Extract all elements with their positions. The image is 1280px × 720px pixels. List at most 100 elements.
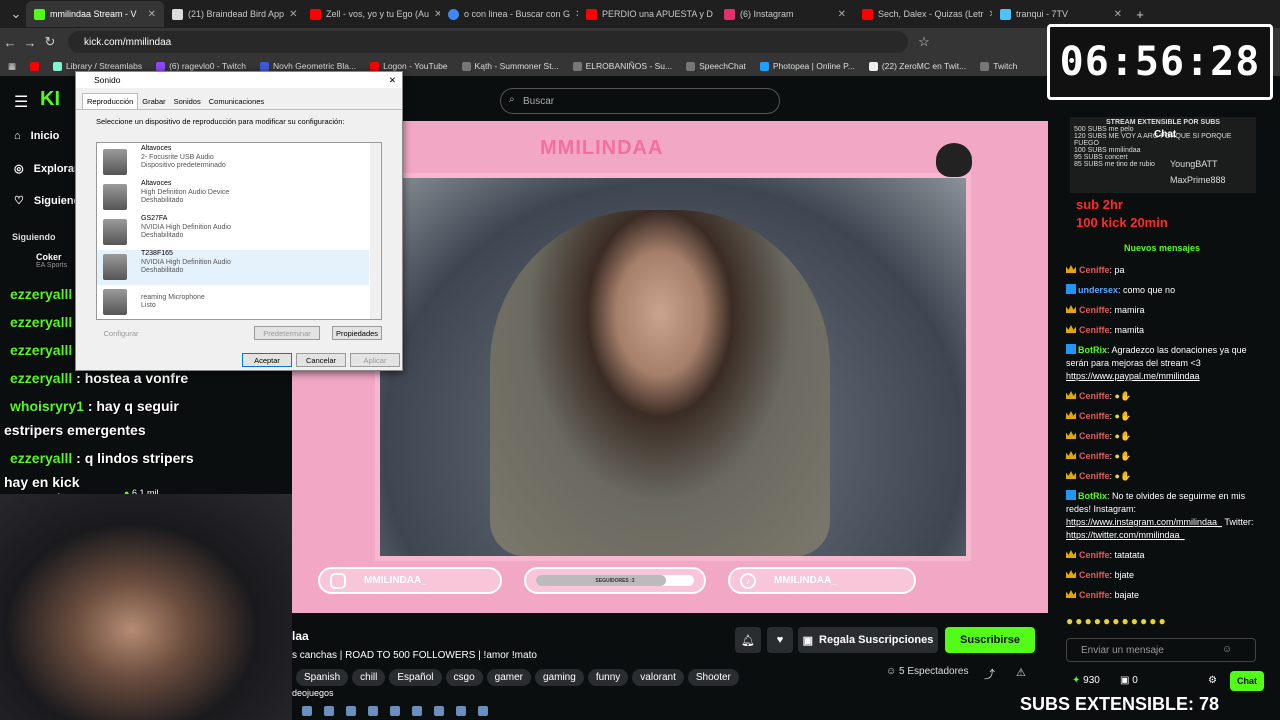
tab-grabar[interactable]: Grabar: [138, 94, 169, 109]
settings-icon[interactable]: ⚙: [1208, 675, 1217, 686]
apply-button[interactable]: Aplicar: [350, 353, 400, 367]
chat-user[interactable]: MaxPrime888: [1170, 175, 1226, 185]
chat-link[interactable]: https://twitter.com/mmilindaa_: [1066, 530, 1185, 540]
emote-bar[interactable]: ●●●●●●●●●●●: [1066, 614, 1168, 628]
menu-icon[interactable]: ☰: [14, 92, 28, 112]
nav-explorar[interactable]: ◎ Explorar: [14, 162, 78, 176]
stream-category[interactable]: deojuegos: [292, 688, 334, 698]
chat-link[interactable]: https://www.instagram.com/mmilindaa_: [1066, 517, 1222, 527]
tag[interactable]: csgo: [445, 669, 483, 686]
app-icon[interactable]: [324, 705, 334, 716]
tag[interactable]: Spanish: [296, 669, 349, 686]
tab-comunicaciones[interactable]: Comunicaciones: [205, 94, 268, 109]
close-icon[interactable]: ✕: [838, 9, 846, 20]
device-item[interactable]: T238F165 NVIDIA High Definition Audio Desh…: [97, 250, 369, 285]
tag[interactable]: Shooter: [687, 669, 739, 686]
tag[interactable]: Español: [389, 669, 442, 686]
bookmark-item[interactable]: Kąth - Summoner St...: [461, 61, 559, 71]
tag[interactable]: valorant: [632, 669, 684, 686]
bookmark-star-icon[interactable]: ☆: [914, 34, 934, 50]
speaker-icon: [103, 149, 127, 175]
bookmark-item[interactable]: (22) ZeroMC en Twit...: [868, 61, 966, 71]
bookmark-favicon-icon: [259, 61, 269, 71]
bookmark-item[interactable]: Novh Geometric Bla...: [259, 61, 356, 71]
chat-input[interactable]: Enviar un mensaje ☺: [1066, 638, 1256, 662]
app-icon[interactable]: [368, 705, 378, 716]
channel-name[interactable]: laa: [292, 629, 309, 643]
chat-send-button[interactable]: Chat: [1230, 671, 1264, 691]
browser-tab[interactable]: PERDIO una APUESTA y D✕: [578, 1, 716, 27]
tab-reproduccion[interactable]: Reproducción: [82, 93, 139, 109]
tag[interactable]: gamer: [486, 669, 531, 686]
close-icon[interactable]: ✕: [148, 9, 156, 20]
bookmark-item[interactable]: (6) ragevlo0 - Twitch: [156, 61, 246, 71]
monitor-icon: [103, 219, 127, 245]
app-icon[interactable]: [346, 705, 356, 716]
app-icon[interactable]: [302, 705, 312, 716]
device-item[interactable]: GS27FA NVIDIA High Definition Audio Deshab…: [97, 215, 369, 250]
browser-tab[interactable]: Zell - vos, yo y tu Ego (Au ✕: [302, 1, 440, 27]
app-icon[interactable]: [434, 705, 444, 716]
close-icon[interactable]: ✕: [389, 75, 396, 86]
followed-channel[interactable]: Coker EA Sports: [36, 252, 67, 269]
close-icon[interactable]: ✕: [1114, 9, 1122, 20]
app-icon[interactable]: [478, 705, 488, 716]
scrollbar[interactable]: [370, 143, 381, 319]
rewards-count[interactable]: ▣ 0: [1120, 675, 1138, 686]
bell-icon[interactable]: 🔔︎: [735, 627, 761, 653]
app-icon[interactable]: [412, 705, 422, 716]
chat-link[interactable]: https://www.paypal.me/mmilindaa: [1066, 371, 1200, 381]
chat-user[interactable]: YoungBATT: [1170, 159, 1218, 169]
alert-message: ezzeryalll: [10, 314, 73, 330]
cancel-button[interactable]: Cancelar: [296, 353, 346, 367]
tag[interactable]: funny: [587, 669, 629, 686]
apps-grid-icon[interactable]: ▦: [8, 61, 16, 72]
bookmark-item[interactable]: ELROBANIÑOS - Su...: [572, 61, 672, 71]
device-item[interactable]: Altavoces 2- Focusrite USB Audio Dispositi…: [97, 145, 369, 180]
app-icon[interactable]: [456, 705, 466, 716]
ok-button[interactable]: Aceptar: [242, 353, 292, 367]
bookmark-favicon-icon: [156, 61, 166, 71]
subscribe-button[interactable]: Suscribirse: [945, 627, 1035, 653]
tab-favicon-icon: [34, 8, 45, 20]
forward-icon[interactable]: →: [20, 35, 40, 50]
viewer-count: ☺ 5 Espectadores: [886, 666, 969, 677]
browser-tab[interactable]: (6) Instagram ✕: [716, 1, 854, 27]
gift-subs-button[interactable]: ▣ Regala Suscripciones: [798, 627, 938, 653]
points-count[interactable]: ✦ 930: [1072, 675, 1100, 686]
bookmark-item[interactable]: [30, 61, 40, 71]
back-icon[interactable]: ←: [0, 35, 20, 50]
browser-tab[interactable]: mmilindaa Stream - V ✕: [26, 1, 164, 27]
close-icon[interactable]: ✕: [289, 9, 297, 20]
kick-logo[interactable]: KI: [40, 88, 60, 111]
reload-icon[interactable]: ↻: [40, 34, 60, 50]
browser-tab[interactable]: (21) Braindead Bird App ✕: [164, 1, 302, 27]
tag[interactable]: gaming: [535, 669, 584, 686]
tag[interactable]: chill: [352, 669, 386, 686]
properties-button[interactable]: Propiedades: [332, 326, 382, 340]
set-default-button[interactable]: Predeterminar: [254, 326, 320, 340]
share-icon[interactable]: ⤴: [984, 666, 995, 682]
bookmark-item[interactable]: SpeechChat: [686, 61, 746, 71]
search-input[interactable]: ⌕ Buscar: [500, 88, 780, 114]
configure-button[interactable]: Configurar: [96, 326, 146, 340]
browser-tab[interactable]: Sech, Dalex - Quizas (Letr✕: [854, 1, 992, 27]
app-icon[interactable]: [390, 705, 400, 716]
dialog-titlebar[interactable]: Sonido ✕: [76, 72, 402, 88]
tab-sonidos[interactable]: Sonidos: [170, 94, 205, 109]
device-item[interactable]: reaming Microphone Listo: [97, 285, 369, 319]
bookmark-item[interactable]: Library / Streamlabs: [53, 61, 142, 71]
tab-search-icon[interactable]: ⌄: [6, 6, 26, 22]
heart-button[interactable]: ♥: [767, 627, 793, 653]
nav-inicio[interactable]: ⌂ Inicio: [14, 130, 59, 142]
url-field[interactable]: kick.com/mmilindaa: [68, 31, 908, 53]
chat-message: Ceniffe: ●✋: [1066, 390, 1256, 403]
browser-tab[interactable]: o con linea - Buscar con G✕: [440, 1, 578, 27]
bookmark-item[interactable]: Twitch: [980, 61, 1017, 71]
bookmark-item[interactable]: Photopea | Online P...: [759, 61, 855, 71]
bookmark-item[interactable]: Logon - YouTube: [370, 61, 448, 71]
new-tab-button[interactable]: +: [1130, 7, 1150, 22]
report-icon[interactable]: ⚠: [1016, 666, 1026, 679]
device-item[interactable]: Altavoces High Definition Audio Device Des…: [97, 180, 369, 215]
emote-picker-icon[interactable]: ☺: [1222, 644, 1232, 655]
